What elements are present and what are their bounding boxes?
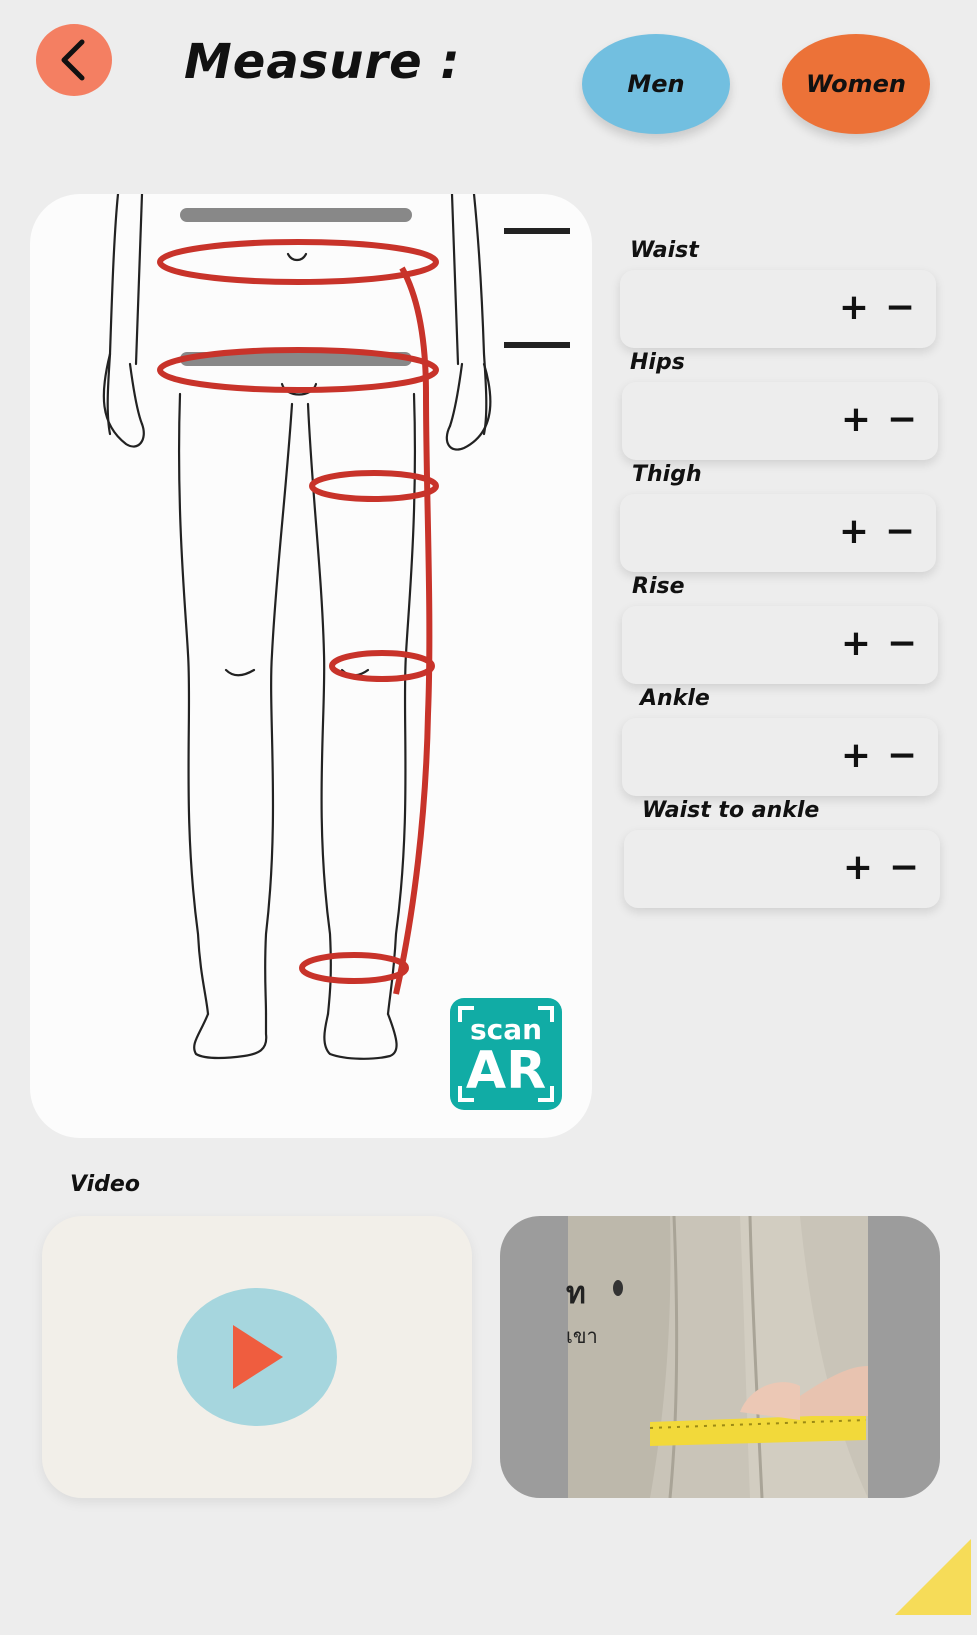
- video-thumbnail[interactable]: ท เขา: [500, 1216, 940, 1498]
- chevron-left-icon: [61, 39, 85, 81]
- legs-diagram: [102, 194, 570, 1060]
- page-title: Measure :: [184, 34, 461, 90]
- hips-minus-button[interactable]: −: [886, 396, 918, 444]
- video-player[interactable]: [42, 1216, 472, 1498]
- hips-plus-button[interactable]: +: [840, 396, 872, 444]
- rise-minus-button[interactable]: −: [886, 620, 918, 668]
- hips-field[interactable]: + −: [622, 382, 938, 460]
- thigh-field[interactable]: + −: [620, 494, 936, 572]
- waist-label: Waist: [630, 238, 699, 263]
- frame-corner-icon: [458, 1006, 474, 1022]
- ankle-plus-button[interactable]: +: [840, 732, 872, 780]
- rise-field[interactable]: + −: [622, 606, 938, 684]
- ankle-field[interactable]: + −: [622, 718, 938, 796]
- men-button[interactable]: Men: [582, 34, 730, 134]
- waist-minus-button[interactable]: −: [884, 284, 916, 332]
- frame-corner-icon: [538, 1006, 554, 1022]
- scan-ar-button[interactable]: scan AR: [450, 998, 562, 1110]
- waist-to-ankle-label: Waist to ankle: [642, 798, 820, 823]
- waist-plus-button[interactable]: +: [838, 284, 870, 332]
- frame-corner-icon: [538, 1086, 554, 1102]
- rise-label: Rise: [632, 574, 685, 599]
- waist-to-ankle-minus-button[interactable]: −: [888, 844, 920, 892]
- waist-to-ankle-field[interactable]: + −: [624, 830, 940, 908]
- waist-field[interactable]: + −: [620, 270, 936, 348]
- thigh-minus-button[interactable]: −: [884, 508, 916, 556]
- play-button[interactable]: [177, 1288, 337, 1426]
- frame-corner-icon: [458, 1086, 474, 1102]
- hips-label: Hips: [630, 350, 685, 375]
- thigh-label: Thigh: [632, 462, 702, 487]
- scan-ar-bottom-label: AR: [465, 1041, 547, 1101]
- scan-ar-top-label: scan: [469, 1013, 543, 1046]
- trousers-measuring-photo: [568, 1216, 868, 1498]
- thumbnail-caption-1: ท: [566, 1276, 586, 1311]
- thigh-plus-button[interactable]: +: [838, 508, 870, 556]
- video-section-label: Video: [70, 1172, 140, 1197]
- ankle-label: Ankle: [640, 686, 710, 711]
- back-button[interactable]: [36, 24, 112, 96]
- measurement-figure-card: scan AR: [30, 194, 592, 1138]
- play-icon: [233, 1325, 283, 1389]
- corner-accent: [895, 1539, 971, 1615]
- rise-plus-button[interactable]: +: [840, 620, 872, 668]
- women-button[interactable]: Women: [782, 34, 930, 134]
- ankle-minus-button[interactable]: −: [886, 732, 918, 780]
- thumbnail-caption-2: เขา: [566, 1324, 598, 1348]
- waist-to-ankle-plus-button[interactable]: +: [842, 844, 874, 892]
